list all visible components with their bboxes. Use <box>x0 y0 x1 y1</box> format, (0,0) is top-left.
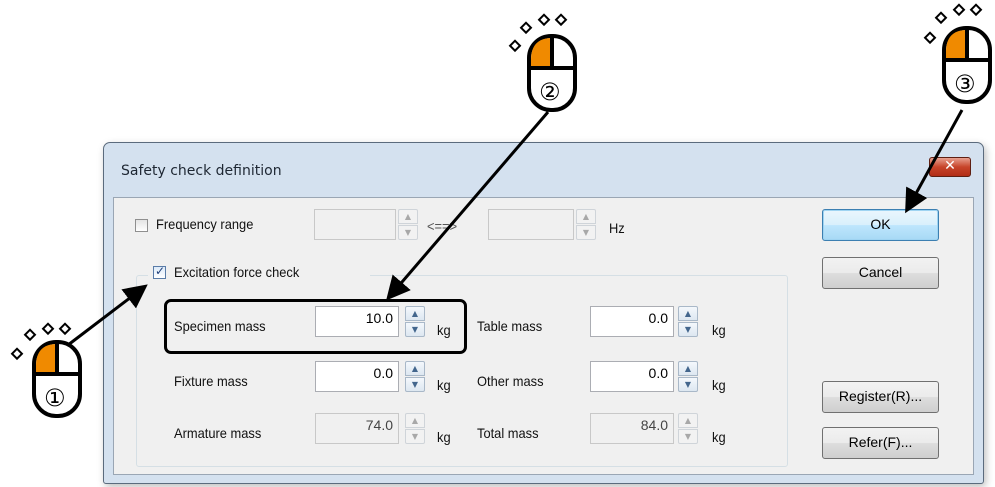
callout-number-1: ① <box>44 384 66 412</box>
mouse-callouts <box>10 3 992 418</box>
callout-number-3: ③ <box>954 70 976 98</box>
callout-number-2: ② <box>539 78 561 106</box>
